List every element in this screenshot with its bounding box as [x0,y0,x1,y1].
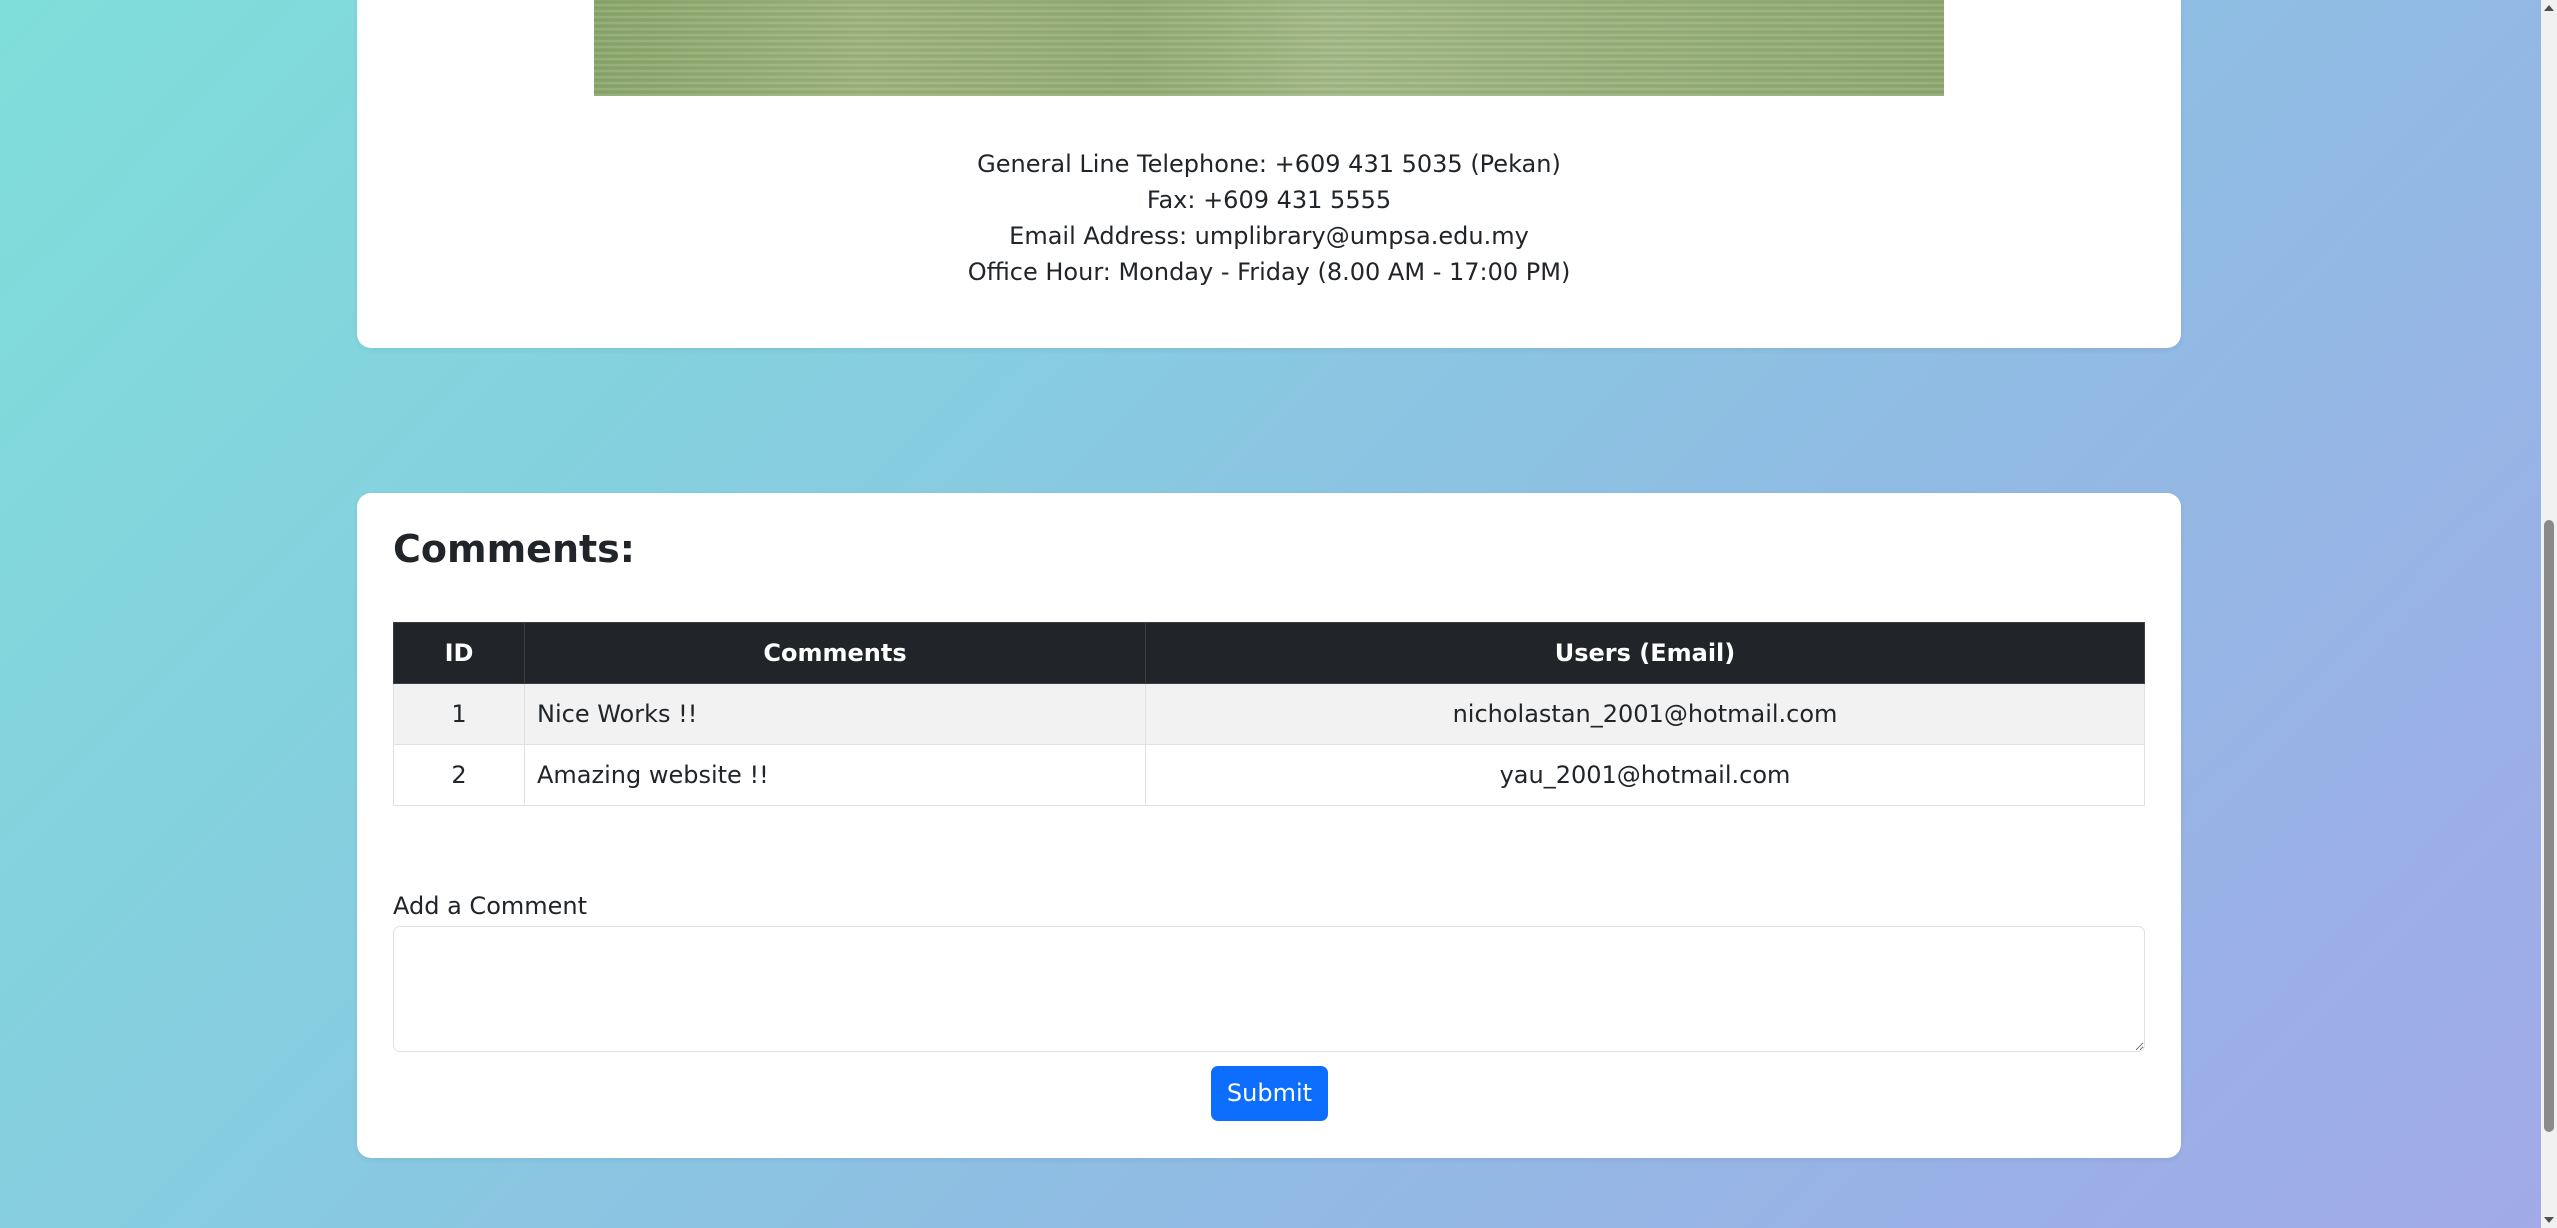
contact-telephone: General Line Telephone: +609 431 5035 (P… [977,150,1561,178]
cell-id: 1 [393,683,525,745]
chevron-down-icon[interactable] [2541,1212,2557,1228]
comments-card: Comments: ID Comments Users (Email) 1 Ni… [357,493,2181,1158]
add-comment-label: Add a Comment [393,892,588,920]
contact-fax: Fax: +609 431 5555 [1146,186,1392,214]
chevron-up-icon[interactable] [2541,0,2557,16]
table-row: 2 Amazing website !! yau_2001@hotmail.co… [393,744,2145,806]
contact-info: General Line Telephone: +609 431 5035 (P… [357,146,2181,290]
submit-button[interactable]: Submit [1211,1066,1328,1121]
comments-table: ID Comments Users (Email) 1 Nice Works !… [393,622,2145,806]
library-photo [594,0,1944,96]
column-header-comments: Comments [524,622,1146,684]
cell-email: yau_2001@hotmail.com [1145,744,2145,806]
table-row: 1 Nice Works !! nicholastan_2001@hotmail… [393,683,2145,745]
cell-email: nicholastan_2001@hotmail.com [1145,683,2145,745]
scrollbar-thumb[interactable] [2544,520,2554,1132]
table-header-row: ID Comments Users (Email) [393,622,2145,684]
column-header-id: ID [393,622,525,684]
column-header-email: Users (Email) [1145,622,2145,684]
contact-office-hour: Office Hour: Monday - Friday (8.00 AM - … [967,258,1571,286]
cell-comment: Nice Works !! [524,683,1146,745]
page-scrollbar[interactable] [2541,0,2557,1228]
contact-card: General Line Telephone: +609 431 5035 (P… [357,0,2181,348]
contact-email: Email Address: umplibrary@umpsa.edu.my [1009,222,1529,250]
comments-title: Comments: [393,527,635,571]
cell-id: 2 [393,744,525,806]
cell-comment: Amazing website !! [524,744,1146,806]
comment-textarea[interactable] [393,926,2145,1052]
